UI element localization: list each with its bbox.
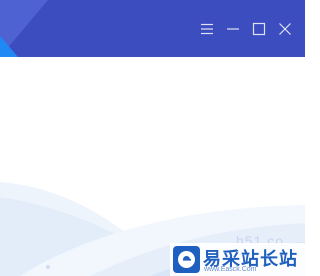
window-controls [197,19,295,39]
title-bar [0,0,305,57]
menu-button[interactable] [197,19,217,39]
app-logo [0,0,48,57]
hamburger-menu-icon [201,23,213,35]
minimize-button[interactable] [223,19,243,39]
watermark-url: www.Easck.Com [204,266,257,273]
close-icon [279,23,291,35]
maximize-icon [252,22,266,36]
maximize-button[interactable] [249,19,269,39]
watermark-logo-icon [173,246,200,273]
minimize-icon [227,28,239,30]
close-button[interactable] [275,19,295,39]
watermark: 易采站长站 www.Easck.Com [170,243,305,276]
